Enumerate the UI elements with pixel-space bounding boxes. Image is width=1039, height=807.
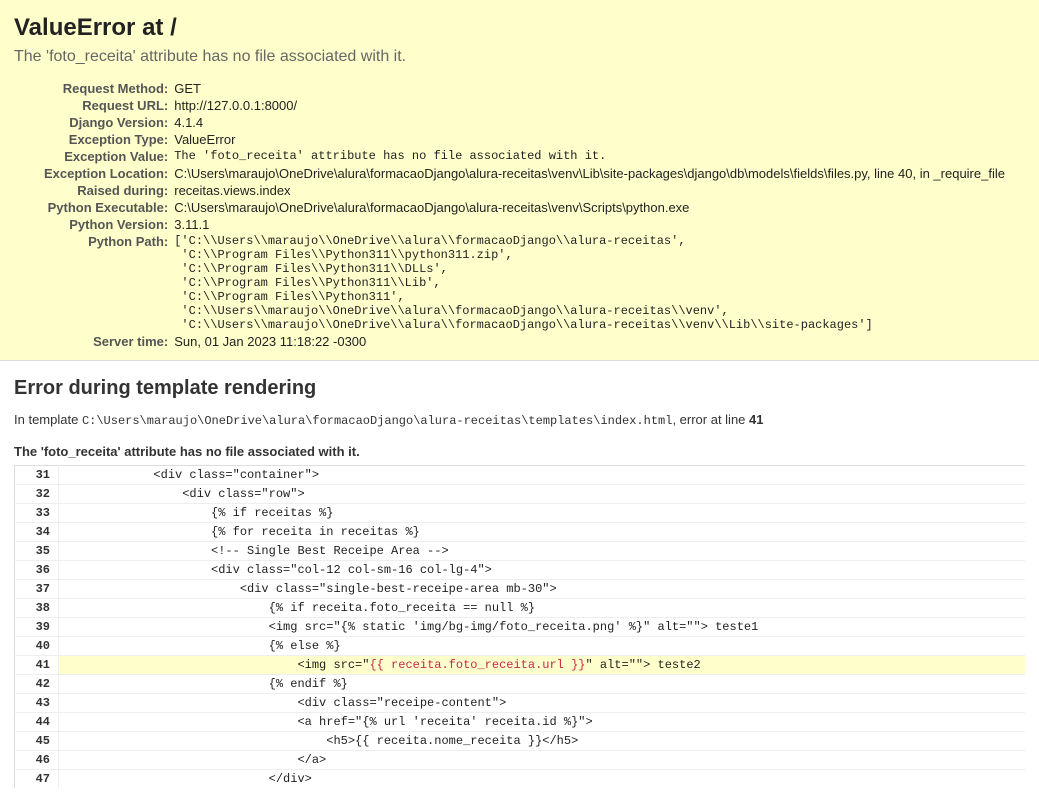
python-path-pre: ['C:\\Users\\maraujo\\OneDrive\\alura\\f… [174, 234, 1005, 332]
line-code: <div class="col-12 col-sm-16 col-lg-4"> [59, 561, 1026, 580]
line-number: 43 [15, 694, 59, 713]
meta-value: C:\Users\maraujo\OneDrive\alura\formacao… [174, 165, 1005, 182]
error-summary: ValueError at / The 'foto_receita' attri… [0, 0, 1039, 361]
source-line[interactable]: 44 <a href="{% url 'receita' receita.id … [15, 713, 1026, 732]
line-code: </div> [59, 770, 1026, 789]
meta-label: Exception Value: [44, 148, 174, 165]
source-line[interactable]: 45 <h5>{{ receita.nome_receita }}</h5> [15, 732, 1026, 751]
line-number: 32 [15, 485, 59, 504]
source-line[interactable]: 47 </div> [15, 770, 1026, 789]
line-code: {% else %} [59, 637, 1026, 656]
source-line[interactable]: 34 {% for receita in receitas %} [15, 523, 1026, 542]
template-error-line-num: 41 [749, 412, 763, 427]
template-path-line: In template C:\Users\maraujo\OneDrive\al… [14, 412, 1025, 428]
line-code: <a href="{% url 'receita' receita.id %}"… [59, 713, 1026, 732]
meta-value: http://127.0.0.1:8000/ [174, 97, 1005, 114]
line-code: <div class="single-best-receipe-area mb-… [59, 580, 1026, 599]
meta-value: ValueError [174, 131, 1005, 148]
error-title: ValueError at / [14, 14, 1025, 42]
line-number: 37 [15, 580, 59, 599]
line-number: 46 [15, 751, 59, 770]
meta-label: Request Method: [44, 80, 174, 97]
source-line[interactable]: 42 {% endif %} [15, 675, 1026, 694]
line-number: 40 [15, 637, 59, 656]
template-intro-suffix: , error at line [672, 412, 749, 427]
source-line[interactable]: 46 </a> [15, 751, 1026, 770]
line-number: 45 [15, 732, 59, 751]
line-number: 34 [15, 523, 59, 542]
meta-value: receitas.views.index [174, 182, 1005, 199]
source-line[interactable]: 39 <img src="{% static 'img/bg-img/foto_… [15, 618, 1026, 637]
highlighted-token: {{ receita.foto_receita.url }} [369, 658, 585, 672]
line-code: <h5>{{ receita.nome_receita }}</h5> [59, 732, 1026, 751]
line-code: <div class="row"> [59, 485, 1026, 504]
line-number: 35 [15, 542, 59, 561]
line-code: <img src="{% static 'img/bg-img/foto_rec… [59, 618, 1026, 637]
line-number: 47 [15, 770, 59, 789]
line-code: <!-- Single Best Receipe Area --> [59, 542, 1026, 561]
line-code: {% if receitas %} [59, 504, 1026, 523]
source-line[interactable]: 37 <div class="single-best-receipe-area … [15, 580, 1026, 599]
exception-message: The 'foto_receita' attribute has no file… [14, 48, 1025, 66]
template-path: C:\Users\maraujo\OneDrive\alura\formacao… [82, 414, 673, 428]
meta-label: Exception Location: [44, 165, 174, 182]
source-line[interactable]: 40 {% else %} [15, 637, 1026, 656]
line-code: <div class="receipe-content"> [59, 694, 1026, 713]
source-line[interactable]: 41 <img src="{{ receita.foto_receita.url… [15, 656, 1026, 675]
line-code: {% for receita in receitas %} [59, 523, 1026, 542]
meta-value: ['C:\\Users\\maraujo\\OneDrive\\alura\\f… [174, 233, 1005, 333]
template-heading: Error during template rendering [14, 377, 1025, 400]
meta-value: 3.11.1 [174, 216, 1005, 233]
meta-value: 4.1.4 [174, 114, 1005, 131]
line-number: 41 [15, 656, 59, 675]
line-number: 33 [15, 504, 59, 523]
line-code: {% if receita.foto_receita == null %} [59, 599, 1026, 618]
meta-label: Raised during: [44, 182, 174, 199]
line-number: 36 [15, 561, 59, 580]
source-line[interactable]: 38 {% if receita.foto_receita == null %} [15, 599, 1026, 618]
line-number: 39 [15, 618, 59, 637]
source-line[interactable]: 43 <div class="receipe-content"> [15, 694, 1026, 713]
line-code: <div class="container"> [59, 466, 1026, 485]
meta-value: Sun, 01 Jan 2023 11:18:22 -0300 [174, 333, 1005, 350]
source-line[interactable]: 31 <div class="container"> [15, 466, 1026, 485]
meta-label: Python Path: [44, 233, 174, 333]
line-number: 44 [15, 713, 59, 732]
meta-label: Server time: [44, 333, 174, 350]
meta-label: Exception Type: [44, 131, 174, 148]
source-line[interactable]: 36 <div class="col-12 col-sm-16 col-lg-4… [15, 561, 1026, 580]
meta-value: C:\Users\maraujo\OneDrive\alura\formacao… [174, 199, 1005, 216]
request-meta-table: Request Method: GET Request URL: http://… [44, 80, 1005, 350]
line-number: 42 [15, 675, 59, 694]
meta-label: Django Version: [44, 114, 174, 131]
source-line[interactable]: 32 <div class="row"> [15, 485, 1026, 504]
template-error-title: The 'foto_receita' attribute has no file… [14, 444, 1025, 459]
line-number: 38 [15, 599, 59, 618]
source-table: 31 <div class="container">32 <div class=… [14, 465, 1025, 788]
line-number: 31 [15, 466, 59, 485]
line-code: <img src="{{ receita.foto_receita.url }}… [59, 656, 1026, 675]
template-intro-prefix: In template [14, 412, 82, 427]
meta-label: Python Version: [44, 216, 174, 233]
line-code: </a> [59, 751, 1026, 770]
source-line[interactable]: 33 {% if receitas %} [15, 504, 1026, 523]
source-line[interactable]: 35 <!-- Single Best Receipe Area --> [15, 542, 1026, 561]
meta-value: GET [174, 80, 1005, 97]
template-error-section: Error during template rendering In templ… [0, 361, 1039, 800]
line-code: {% endif %} [59, 675, 1026, 694]
meta-label: Python Executable: [44, 199, 174, 216]
meta-value: The 'foto_receita' attribute has no file… [174, 148, 1005, 165]
meta-label: Request URL: [44, 97, 174, 114]
